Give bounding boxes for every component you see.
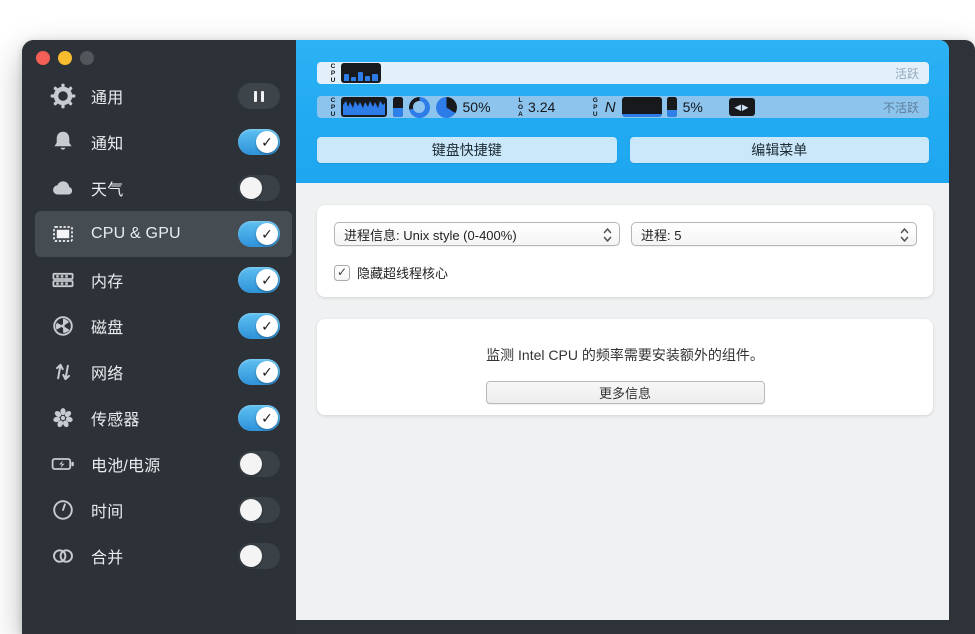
sidebar-item-time[interactable]: 时间 bbox=[35, 487, 292, 533]
inactive-status-label: 不活跃 bbox=[883, 99, 919, 116]
gpu-usage-pill-widget bbox=[667, 97, 677, 117]
edit-menu-button[interactable]: 编辑菜单 bbox=[630, 137, 930, 163]
load-vertical-label: LOA bbox=[517, 97, 524, 118]
sidebar-item-label: CPU & GPU bbox=[91, 225, 181, 243]
chevron-up-down-icon bbox=[603, 227, 612, 248]
settings-main-area: 进程信息: Unix style (0-400%) 进程: 5 bbox=[296, 183, 949, 620]
sidebar-item-memory[interactable]: 内存 bbox=[35, 257, 292, 303]
sidebar-item-disk[interactable]: 磁盘 bbox=[35, 303, 292, 349]
zoom-button[interactable] bbox=[80, 51, 94, 65]
sidebar: 通用 通知 bbox=[22, 40, 296, 634]
sidebar-item-sensors[interactable]: 传感器 bbox=[35, 395, 292, 441]
more-info-button[interactable]: 更多信息 bbox=[486, 381, 765, 404]
combine-toggle[interactable] bbox=[238, 543, 280, 569]
sidebar-item-network[interactable]: 网络 bbox=[35, 349, 292, 395]
disk-icon bbox=[50, 313, 76, 339]
network-toggle[interactable] bbox=[238, 359, 280, 385]
chip-icon bbox=[50, 221, 76, 247]
process-count-value: 进程: 5 bbox=[641, 225, 681, 244]
hide-hyperthreading-checkbox[interactable] bbox=[334, 265, 350, 281]
cpu-usage-pill-widget bbox=[393, 97, 403, 117]
process-count-select[interactable]: 进程: 5 bbox=[631, 222, 917, 246]
page-background: 通用 通知 bbox=[0, 0, 975, 634]
sidebar-item-weather[interactable]: 天气 bbox=[35, 165, 292, 211]
process-info-value: 进程信息: Unix style (0-400%) bbox=[344, 225, 517, 244]
sidebar-item-combine[interactable]: 合并 bbox=[35, 533, 292, 579]
content-pane: CPU 活跃 CPU 50% LOA 3.24 bbox=[296, 40, 949, 620]
app-window: 通用 通知 bbox=[22, 40, 975, 634]
sidebar-item-label: 通用 bbox=[91, 84, 123, 108]
cpu-gpu-toggle[interactable] bbox=[238, 221, 280, 247]
menubar-preview-inactive[interactable]: CPU 50% LOA 3.24 GPU N bbox=[317, 96, 929, 118]
load-average-value: 3.24 bbox=[528, 99, 555, 115]
sidebar-item-label: 磁盘 bbox=[91, 314, 123, 338]
sidebar-item-label: 传感器 bbox=[91, 406, 140, 430]
intel-frequency-message: 监测 Intel CPU 的频率需要安装额外的组件。 bbox=[317, 345, 933, 365]
sidebar-item-label: 时间 bbox=[91, 498, 123, 522]
move-arrows-icon: ◀▶ bbox=[729, 98, 755, 116]
cpu-percent-value: 50% bbox=[463, 99, 491, 115]
sidebar-item-label: 电池/电源 bbox=[91, 452, 160, 476]
gpu-mode-letter: N bbox=[605, 99, 616, 116]
cpu-vertical-label: CPU bbox=[329, 63, 336, 84]
hide-hyperthreading-label: 隐藏超线程核心 bbox=[357, 263, 448, 282]
sidebar-item-label: 网络 bbox=[91, 360, 123, 384]
gpu-vertical-label: GPU bbox=[591, 97, 598, 118]
battery-toggle[interactable] bbox=[238, 451, 280, 477]
sidebar-item-battery[interactable]: 电池/电源 bbox=[35, 441, 292, 487]
process-info-select[interactable]: 进程信息: Unix style (0-400%) bbox=[334, 222, 620, 246]
memory-toggle[interactable] bbox=[238, 267, 280, 293]
sidebar-item-label: 通知 bbox=[91, 130, 123, 154]
fan-icon bbox=[50, 405, 76, 431]
cpu-pie-widget bbox=[436, 97, 457, 118]
process-settings-card: 进程信息: Unix style (0-400%) 进程: 5 bbox=[317, 205, 933, 297]
network-icon bbox=[50, 359, 76, 385]
bell-icon bbox=[50, 129, 76, 155]
pause-button[interactable] bbox=[238, 83, 280, 109]
cpu-vertical-label: CPU bbox=[329, 97, 336, 118]
disk-toggle[interactable] bbox=[238, 313, 280, 339]
notifications-toggle[interactable] bbox=[238, 129, 280, 155]
sidebar-item-cpu-gpu[interactable]: CPU & GPU bbox=[35, 211, 292, 257]
sensors-toggle[interactable] bbox=[238, 405, 280, 431]
gpu-graph-widget bbox=[622, 97, 662, 117]
gear-icon bbox=[50, 83, 76, 109]
cpu-bar-chart-widget bbox=[341, 63, 381, 83]
merge-icon bbox=[50, 543, 76, 569]
sidebar-list: 通用 通知 bbox=[22, 40, 296, 579]
battery-icon bbox=[50, 451, 76, 477]
intel-frequency-card: 监测 Intel CPU 的频率需要安装额外的组件。 更多信息 bbox=[317, 319, 933, 415]
cpu-waveform-widget bbox=[341, 97, 387, 117]
chevron-up-down-icon bbox=[900, 227, 909, 248]
menubar-preview-active[interactable]: CPU 活跃 bbox=[317, 62, 929, 84]
sidebar-item-label: 合并 bbox=[91, 544, 123, 568]
minimize-button[interactable] bbox=[58, 51, 72, 65]
cloud-icon bbox=[50, 175, 76, 201]
close-button[interactable] bbox=[36, 51, 50, 65]
sidebar-item-label: 内存 bbox=[91, 268, 123, 292]
header-buttons: 键盘快捷键 编辑菜单 bbox=[317, 137, 929, 163]
cpu-donut-widget bbox=[409, 97, 430, 118]
weather-toggle[interactable] bbox=[238, 175, 280, 201]
time-toggle[interactable] bbox=[238, 497, 280, 523]
keyboard-shortcuts-button[interactable]: 键盘快捷键 bbox=[317, 137, 617, 163]
sidebar-item-notifications[interactable]: 通知 bbox=[35, 119, 292, 165]
sidebar-item-general[interactable]: 通用 bbox=[35, 73, 292, 119]
clock-icon bbox=[50, 497, 76, 523]
sidebar-item-label: 天气 bbox=[91, 176, 123, 200]
traffic-lights bbox=[36, 51, 94, 65]
ram-icon bbox=[50, 267, 76, 293]
active-status-label: 活跃 bbox=[895, 65, 919, 82]
menubar-preview-header: CPU 活跃 CPU 50% LOA 3.24 bbox=[296, 40, 949, 183]
gpu-percent-value: 5% bbox=[683, 99, 703, 115]
